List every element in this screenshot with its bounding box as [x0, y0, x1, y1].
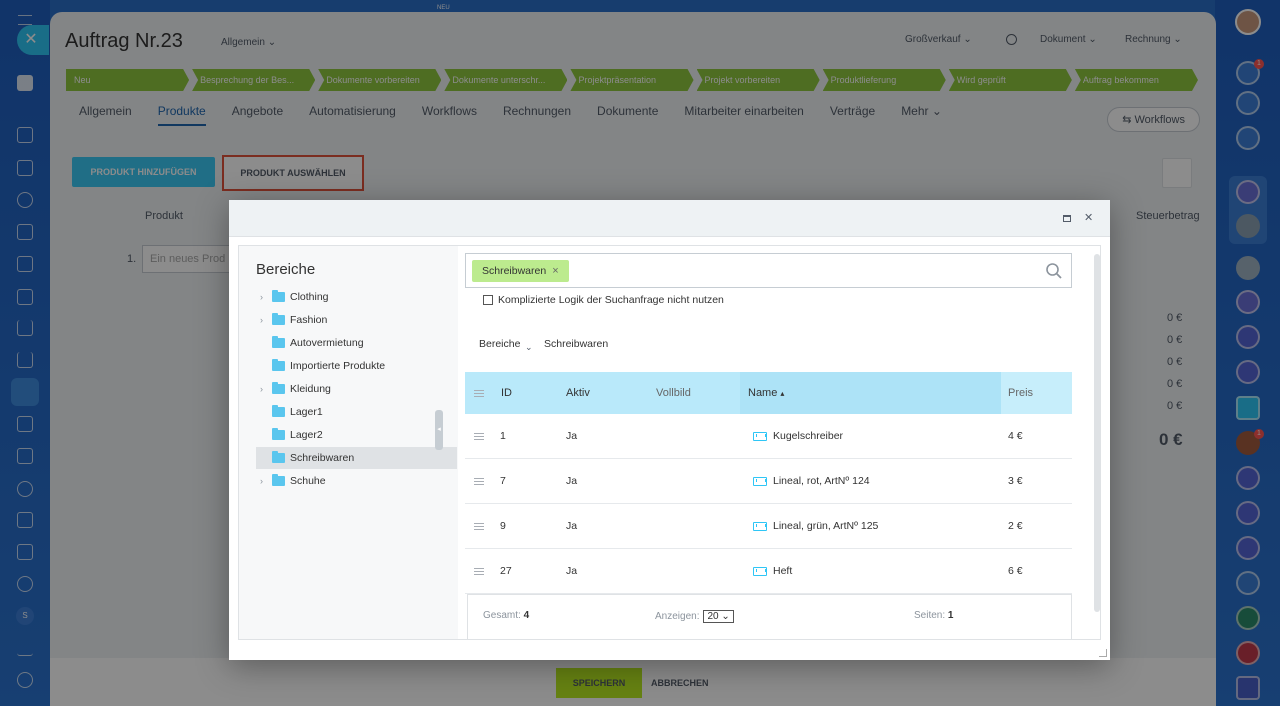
dialog-body: Bereiche › Clothing › Fashion Autovermie…: [238, 245, 1101, 640]
tree-item[interactable]: › Kleidung: [256, 378, 457, 400]
folder-icon: [272, 428, 285, 440]
table-row[interactable]: 27 Ja Heft 6 €: [465, 549, 1072, 594]
dialog-resize-handle[interactable]: [1099, 649, 1107, 657]
table-row[interactable]: 1 Ja Kugelschreiber 4 €: [465, 414, 1072, 459]
tree-item-selected[interactable]: Schreibwaren: [256, 447, 457, 469]
search-icon[interactable]: [1045, 262, 1063, 280]
col-price-header[interactable]: Preis: [1008, 387, 1033, 399]
tree-item[interactable]: › Clothing: [256, 286, 457, 308]
grid-header: ID Aktiv Vollbild Name ▴ Preis: [465, 372, 1072, 414]
folder-icon: [272, 336, 285, 348]
table-row[interactable]: 7 Ja Lineal, rot, ArtNº 124 3 €: [465, 459, 1072, 504]
breadcrumb-root[interactable]: Bereiche: [479, 338, 520, 350]
search-input[interactable]: Schreibwaren ×: [465, 253, 1072, 288]
total-count: Gesamt: 4: [483, 610, 530, 621]
tree-title: Bereiche: [256, 261, 316, 278]
maximize-icon[interactable]: [1063, 215, 1071, 222]
page-size-select[interactable]: 20 ⌄: [703, 610, 734, 623]
expand-arrow-icon[interactable]: ›: [260, 286, 263, 308]
expand-arrow-icon[interactable]: ›: [260, 470, 263, 492]
page-link[interactable]: 1: [948, 610, 954, 621]
pages: Seiten: 1: [914, 610, 954, 621]
tree-item[interactable]: › Schuhe: [256, 470, 457, 492]
product-name-link[interactable]: Lineal, rot, ArtNº 124: [773, 475, 870, 487]
simple-logic-option[interactable]: Komplizierte Logik der Suchanfrage nicht…: [483, 294, 724, 306]
product-name-link[interactable]: Lineal, grün, ArtNº 125: [773, 520, 878, 532]
folder-icon: [272, 474, 285, 486]
tree-item[interactable]: Lager2: [256, 424, 457, 446]
tree-item[interactable]: › Fashion: [256, 309, 457, 331]
drag-handle-icon[interactable]: [474, 568, 484, 575]
product-list-panel: Schreibwaren × Komplizierte Logik der Suc…: [465, 246, 1077, 639]
folder-icon: [272, 405, 285, 417]
tree-item[interactable]: Importierte Produkte: [256, 355, 457, 377]
folder-icon: [272, 359, 285, 371]
col-id-header[interactable]: ID: [501, 387, 512, 399]
product-icon: [753, 567, 767, 576]
section-tree: Bereiche › Clothing › Fashion Autovermie…: [239, 246, 458, 639]
filter-chip[interactable]: Schreibwaren ×: [472, 260, 569, 282]
tree-item[interactable]: Lager1: [256, 401, 457, 423]
vertical-scrollbar[interactable]: [1094, 254, 1100, 612]
folder-icon: [272, 382, 285, 394]
chip-remove-icon[interactable]: ×: [552, 265, 558, 277]
simple-logic-checkbox[interactable]: [483, 295, 493, 305]
tree-item[interactable]: Autovermietung: [256, 332, 457, 354]
grid-settings-icon[interactable]: [474, 390, 484, 397]
product-name-link[interactable]: Kugelschreiber: [773, 430, 843, 442]
grid-footer: Gesamt: 4 Anzeigen: 20 ⌄ Seiten: 1: [467, 594, 1072, 639]
folder-icon: [272, 451, 285, 463]
product-icon: [753, 522, 767, 531]
drag-handle-icon[interactable]: [474, 433, 484, 440]
panel-resize-handle[interactable]: ◂: [435, 410, 443, 450]
sort-asc-icon: ▴: [780, 389, 785, 398]
folder-icon: [272, 290, 285, 302]
product-grid: ID Aktiv Vollbild Name ▴ Preis 1 Ja Kuge…: [465, 372, 1072, 594]
expand-arrow-icon[interactable]: ›: [260, 309, 263, 331]
table-row[interactable]: 9 Ja Lineal, grün, ArtNº 125 2 €: [465, 504, 1072, 549]
folder-icon: [272, 313, 285, 325]
chevron-down-icon[interactable]: ⌄: [525, 342, 533, 353]
product-select-dialog: ✕ Bereiche › Clothing › Fashion Autoverm…: [229, 200, 1110, 660]
product-name-link[interactable]: Heft: [773, 565, 792, 577]
drag-handle-icon[interactable]: [474, 523, 484, 530]
dialog-header: ✕: [229, 200, 1110, 237]
breadcrumb-current: Schreibwaren: [544, 338, 609, 350]
drag-handle-icon[interactable]: [474, 478, 484, 485]
col-name-header[interactable]: Name ▴: [748, 387, 784, 399]
close-icon[interactable]: ✕: [1084, 212, 1093, 224]
product-icon: [753, 477, 767, 486]
page-size: Anzeigen: 20 ⌄: [655, 610, 734, 623]
expand-arrow-icon[interactable]: ›: [260, 378, 263, 400]
col-active-header[interactable]: Aktiv: [566, 387, 590, 399]
col-image-header[interactable]: Vollbild: [656, 387, 691, 399]
product-icon: [753, 432, 767, 441]
